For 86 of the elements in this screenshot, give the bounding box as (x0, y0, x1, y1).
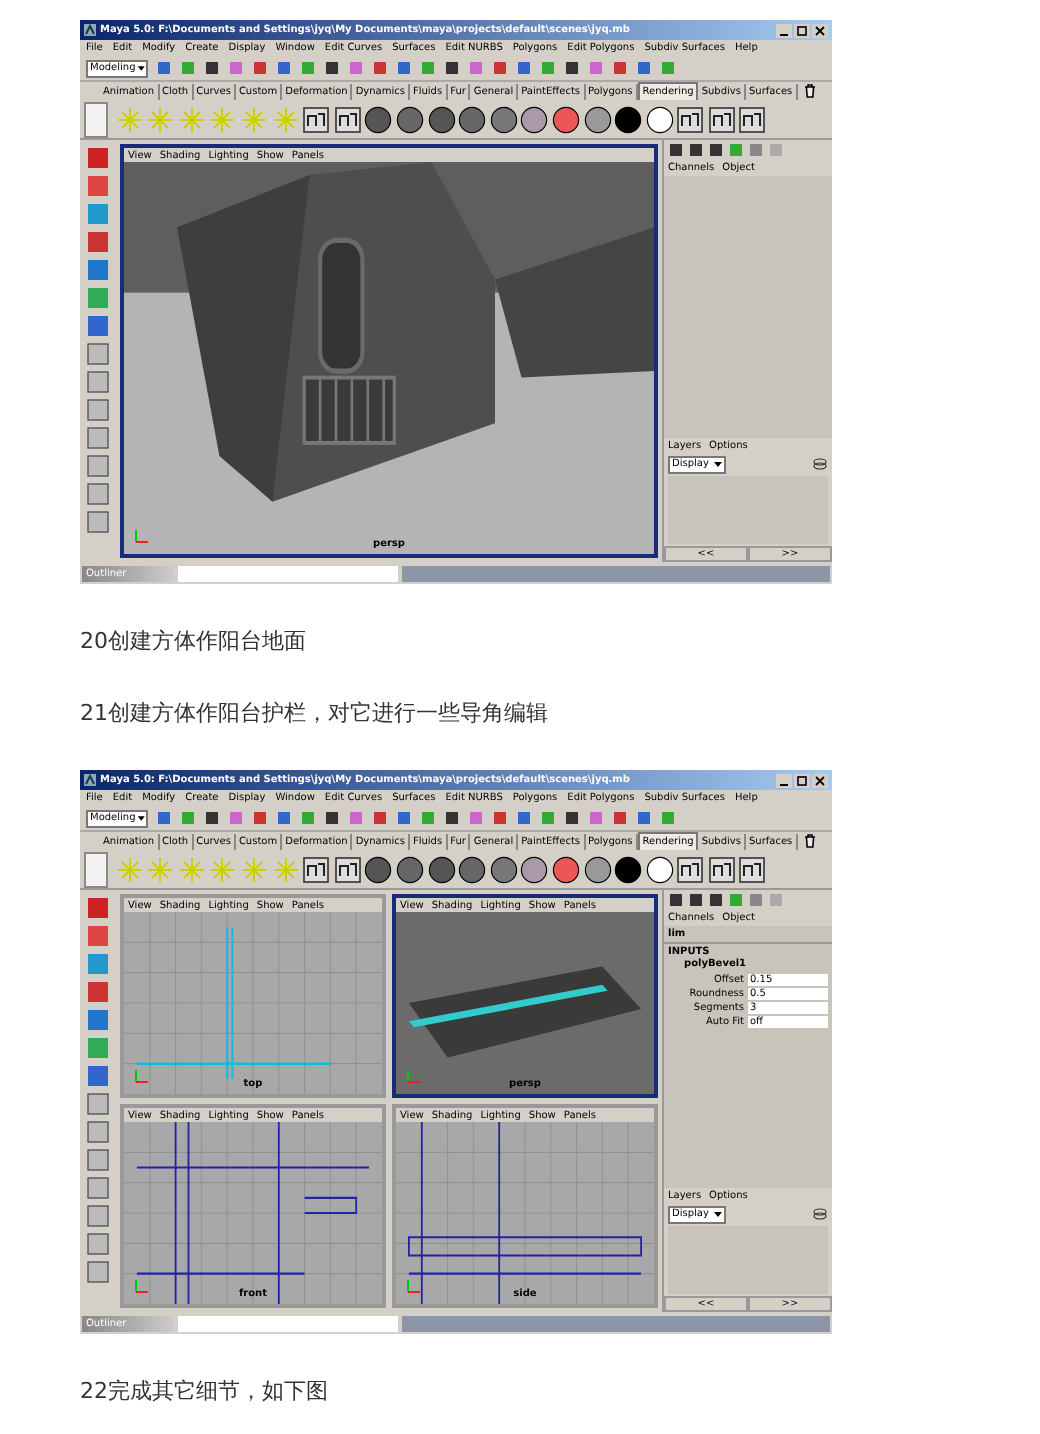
tool-icon[interactable] (86, 258, 110, 282)
maximize-icon[interactable] (794, 773, 810, 787)
tool-icon[interactable] (86, 924, 110, 948)
sphere-icon[interactable] (427, 105, 456, 133)
layer-icon[interactable] (812, 1206, 828, 1222)
tool-icon[interactable] (86, 1092, 110, 1116)
axis-icon (404, 1276, 424, 1296)
sphere-icon[interactable] (520, 855, 549, 883)
sphere-icon[interactable] (583, 855, 611, 883)
sphere-icon[interactable] (427, 855, 456, 883)
render-icon[interactable] (738, 855, 767, 883)
caret-icon (135, 62, 146, 74)
render-icon[interactable] (707, 105, 736, 133)
caret-icon (712, 1208, 725, 1220)
shelf-menu-button[interactable] (84, 101, 108, 137)
tool-icon[interactable] (86, 1260, 110, 1284)
sphere-icon[interactable] (520, 105, 549, 133)
tool-icon[interactable] (86, 230, 110, 254)
tool-icon[interactable] (86, 342, 110, 366)
minimize-icon[interactable] (776, 23, 792, 37)
axis-icon (132, 1066, 152, 1086)
tool-icon[interactable] (86, 980, 110, 1004)
render-icon[interactable] (676, 855, 705, 883)
tool-icon[interactable] (86, 426, 110, 450)
sphere-icon[interactable] (551, 855, 580, 883)
render-icon[interactable] (333, 855, 362, 883)
close-icon[interactable] (812, 773, 828, 787)
tool-icon[interactable] (86, 1204, 110, 1228)
render-icon[interactable] (333, 105, 362, 133)
tool-icon[interactable] (86, 952, 110, 976)
tool-icon[interactable] (86, 896, 110, 920)
tool-icon[interactable] (86, 1008, 110, 1032)
app-icon (84, 774, 96, 786)
tool-icon[interactable] (86, 202, 110, 226)
sphere-icon[interactable] (364, 105, 393, 133)
caret-icon (712, 458, 725, 470)
axis-icon (132, 526, 152, 546)
tool-icon[interactable] (86, 370, 110, 394)
tool-icon[interactable] (86, 482, 110, 506)
render-icon[interactable] (707, 855, 736, 883)
tool-icon[interactable] (86, 1120, 110, 1144)
command-field[interactable] (178, 565, 398, 581)
sphere-icon[interactable] (489, 855, 518, 883)
sphere-icon[interactable] (395, 855, 424, 883)
sphere-icon[interactable] (614, 105, 643, 133)
layer-icon[interactable] (812, 456, 828, 472)
tool-icon[interactable] (86, 1064, 110, 1088)
axis-icon (404, 1066, 424, 1086)
trash-icon[interactable] (803, 834, 816, 848)
tool-icon[interactable] (86, 398, 110, 422)
sphere-icon[interactable] (551, 105, 580, 133)
tool-icon[interactable] (86, 1176, 110, 1200)
tool-icon[interactable] (86, 174, 110, 198)
sphere-icon[interactable] (645, 105, 674, 133)
sphere-icon[interactable] (645, 855, 674, 883)
sphere-icon[interactable] (458, 105, 487, 133)
axis-icon (132, 1276, 152, 1296)
close-icon[interactable] (812, 23, 828, 37)
sphere-icon[interactable] (395, 105, 424, 133)
tool-icon[interactable] (86, 146, 110, 170)
tool-icon[interactable] (86, 286, 110, 310)
tool-icon[interactable] (86, 314, 110, 338)
caret-icon (135, 812, 146, 824)
caption-text: 20创建方体作阳台地面 (80, 628, 308, 656)
render-icon[interactable] (738, 105, 767, 133)
caption-text: 21创建方体作阳台护栏，对它进行一些导角编辑 (80, 700, 550, 728)
minimize-icon[interactable] (776, 773, 792, 787)
tool-icon[interactable] (86, 1148, 110, 1172)
render-icon[interactable] (302, 105, 331, 133)
sphere-icon[interactable] (489, 105, 518, 133)
sphere-icon[interactable] (364, 855, 393, 883)
render-icon[interactable] (676, 105, 705, 133)
sphere-icon[interactable] (583, 105, 611, 133)
render-icon[interactable] (302, 855, 331, 883)
app-icon (84, 24, 96, 36)
tool-icon[interactable] (86, 1232, 110, 1256)
trash-icon[interactable] (803, 84, 816, 98)
maximize-icon[interactable] (794, 23, 810, 37)
tool-icon[interactable] (86, 454, 110, 478)
sphere-icon[interactable] (458, 855, 487, 883)
caption-text: 22完成其它细节，如下图 (80, 1378, 330, 1406)
sphere-icon[interactable] (614, 855, 643, 883)
tool-icon[interactable] (86, 510, 110, 534)
shelf-menu-button[interactable] (84, 851, 108, 887)
command-field[interactable] (178, 1315, 398, 1331)
tool-icon[interactable] (86, 1036, 110, 1060)
